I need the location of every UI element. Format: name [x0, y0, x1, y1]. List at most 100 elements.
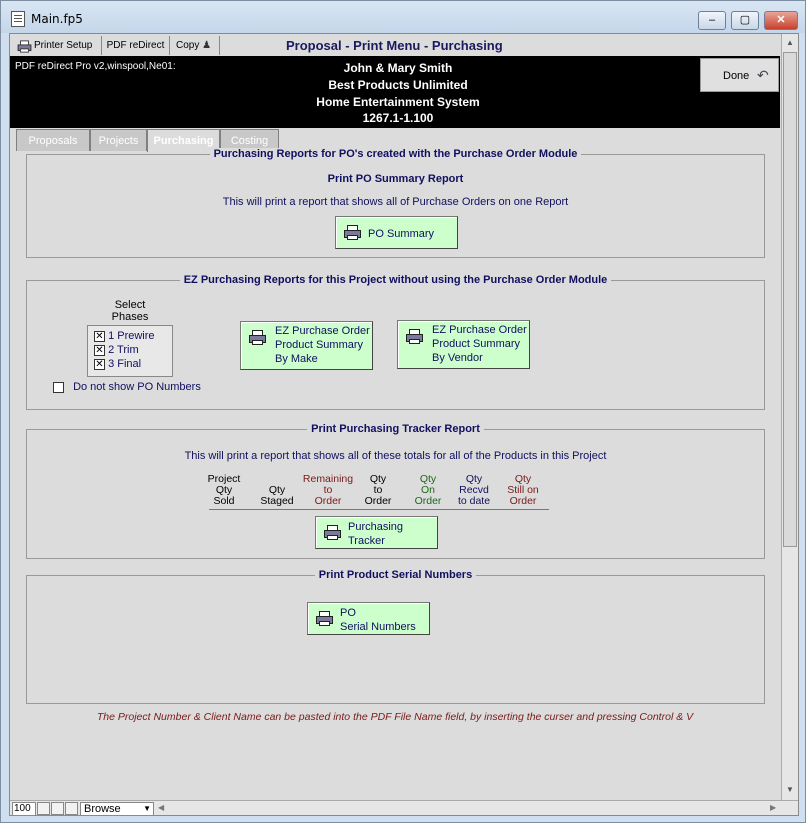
tracker-column-line: Order	[414, 495, 442, 507]
printer-icon	[249, 330, 266, 345]
company-name: Best Products Unlimited	[328, 78, 468, 92]
serial-numbers-group: Print Product Serial Numbers PO Serial N…	[26, 569, 765, 704]
serial-numbers-title: Print Product Serial Numbers	[314, 569, 477, 581]
button-line: Product Summary	[432, 338, 521, 350]
tracker-column-header: Qty Still on Order	[503, 474, 543, 507]
copy-button[interactable]: Copy ♟	[170, 36, 220, 55]
project-name: Home Entertainment System	[316, 95, 480, 109]
tracker-description: This will print a report that shows all …	[184, 450, 607, 462]
purchasing-tracker-button[interactable]: Purchasing Tracker	[315, 516, 438, 549]
divider	[209, 509, 549, 510]
done-label: Done	[723, 70, 750, 82]
tracker-title: Print Purchasing Tracker Report	[307, 423, 484, 435]
button-line: Serial Numbers	[340, 621, 416, 633]
project-number: 1267.1-1.100	[362, 111, 434, 125]
checkbox-checked-icon: ✕	[94, 344, 105, 356]
phase-label: 3 Final	[108, 358, 142, 370]
page-title: Proposal - Print Menu - Purchasing	[286, 38, 503, 53]
tracker-column-header: Qty to Order	[359, 474, 397, 507]
phase-item-prewire[interactable]: ✕ 1 Prewire	[94, 330, 155, 342]
scroll-thumb[interactable]	[783, 52, 797, 547]
select-label: Select	[114, 299, 146, 311]
printer-icon	[316, 611, 333, 626]
tracker-column-line: to date	[457, 495, 491, 507]
button-line: Product Summary	[275, 339, 364, 351]
client-name: John & Mary Smith	[343, 61, 453, 75]
ez-po-by-vendor-button[interactable]: EZ Purchase Order Product Summary By Ven…	[397, 320, 530, 369]
zoom-in-icon[interactable]	[51, 802, 64, 815]
window: Main.fp5 – ▢ ✕ Printer Setup PDF reDirec…	[0, 0, 806, 823]
po-summary-description: This will print a report that shows all …	[222, 196, 569, 208]
project-header: PDF reDirect Pro v2,winspool,Ne01: John …	[10, 56, 780, 152]
select-phases-label: Select Phases	[87, 299, 173, 323]
mode-select[interactable]: Browse ▼	[80, 802, 154, 815]
zoom-level[interactable]: 100	[12, 802, 36, 815]
minimize-button[interactable]: –	[698, 11, 726, 30]
scroll-down-icon[interactable]: ▼	[783, 782, 797, 798]
tracker-column-line: Staged	[260, 495, 294, 507]
button-line: EZ Purchase Order	[432, 324, 527, 336]
document-icon	[11, 11, 25, 27]
scroll-up-icon[interactable]: ▲	[783, 35, 797, 51]
button-line: By Make	[275, 353, 318, 365]
button-line: Tracker	[348, 535, 385, 547]
close-button[interactable]: ✕	[764, 11, 798, 30]
chevron-down-icon: ▼	[143, 804, 151, 813]
ez-purchasing-title: EZ Purchasing Reports for this Project w…	[179, 274, 612, 286]
phase-label: 1 Prewire	[108, 330, 155, 342]
ez-po-by-make-button[interactable]: EZ Purchase Order Product Summary By Mak…	[240, 321, 373, 370]
printer-icon	[17, 40, 32, 53]
po-summary-label: PO Summary	[368, 228, 435, 240]
tracker-column-line: Order	[509, 495, 537, 507]
tracker-column-header: Project Qty Sold	[203, 474, 245, 507]
vertical-scrollbar[interactable]: ▲ ▼	[781, 34, 798, 800]
checkbox-unchecked-icon	[53, 381, 64, 393]
phases-label: Phases	[111, 311, 149, 323]
scroll-left-icon[interactable]: ◀	[158, 803, 164, 812]
ez-purchasing-group: EZ Purchasing Reports for this Project w…	[26, 274, 765, 410]
window-title: Main.fp5	[31, 12, 83, 26]
printer-icon	[406, 329, 423, 344]
toolbar: Printer Setup PDF reDirect Copy ♟ Propos…	[10, 34, 798, 56]
tracker-column-header: Remaining to Order	[299, 474, 357, 507]
checkbox-checked-icon: ✕	[94, 330, 105, 342]
phase-item-trim[interactable]: ✕ 2 Trim	[94, 344, 139, 356]
tracker-column-line: Order	[314, 495, 342, 507]
printer-icon	[344, 225, 361, 240]
return-arrow-icon: ↶	[757, 67, 769, 83]
copy-user-icon: ♟	[202, 40, 212, 51]
tracker-column-header: Qty Staged	[255, 485, 299, 507]
title-bar: Main.fp5 – ▢ ✕	[1, 1, 805, 33]
hide-po-numbers-option[interactable]: Do not show PO Numbers	[53, 381, 201, 393]
hide-po-numbers-label: Do not show PO Numbers	[73, 381, 201, 393]
footnote: The Project Number & Client Name can be …	[96, 711, 694, 723]
button-line: By Vendor	[432, 352, 483, 364]
zoom-out-icon[interactable]	[37, 802, 50, 815]
po-module-group: Purchasing Reports for PO's created with…	[26, 148, 765, 258]
copy-label: Copy	[176, 40, 200, 51]
printer-setup-label: Printer Setup	[34, 40, 93, 51]
po-summary-heading: Print PO Summary Report	[327, 173, 464, 185]
layout-area: Printer Setup PDF reDirect Copy ♟ Propos…	[9, 33, 799, 816]
maximize-button[interactable]: ▢	[731, 11, 759, 30]
button-line: PO	[340, 607, 356, 619]
scroll-right-icon[interactable]: ▶	[770, 803, 776, 812]
printer-icon	[324, 525, 341, 540]
po-module-title: Purchasing Reports for PO's created with…	[209, 148, 582, 160]
phase-item-final[interactable]: ✕ 3 Final	[94, 358, 141, 370]
tracker-column-line: Order	[364, 495, 392, 507]
phase-label: 2 Trim	[108, 344, 139, 356]
tracker-column-line: Sold	[213, 495, 235, 507]
printer-setup-button[interactable]: Printer Setup	[12, 36, 102, 55]
po-serial-numbers-button[interactable]: PO Serial Numbers	[307, 602, 430, 635]
po-summary-button[interactable]: PO Summary	[335, 216, 458, 249]
mode-label: Browse	[84, 803, 121, 815]
status-bar: 100 Browse ▼ ◀ ▶	[10, 800, 798, 815]
tracker-column-header: Qty On Order	[409, 474, 447, 507]
pdf-redirect-button[interactable]: PDF reDirect	[102, 36, 170, 55]
button-line: Purchasing	[348, 521, 404, 533]
done-button[interactable]: Done ↶	[700, 58, 779, 92]
status-toggle-icon[interactable]	[65, 802, 78, 815]
tracker-group: Print Purchasing Tracker Report This wil…	[26, 423, 765, 559]
pdf-driver-text: PDF reDirect Pro v2,winspool,Ne01:	[15, 61, 176, 72]
